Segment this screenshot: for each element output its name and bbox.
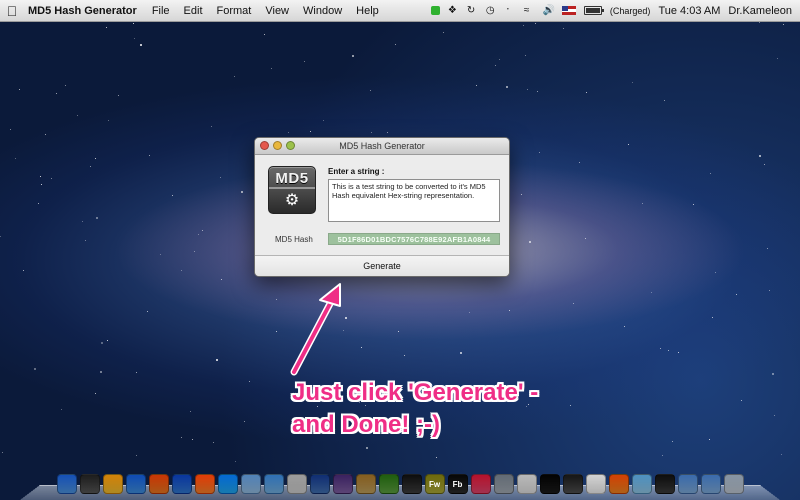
trash-icon[interactable]	[723, 474, 744, 494]
menu-bar:  MD5 Hash Generator File Edit Format Vi…	[0, 0, 800, 22]
dropbox-icon[interactable]: ❖	[448, 5, 459, 16]
time-machine-icon[interactable]: ◷	[486, 5, 497, 16]
terminal-icon[interactable]	[539, 474, 560, 494]
status-green-icon[interactable]	[430, 6, 440, 15]
menu-format[interactable]: Format	[210, 5, 259, 17]
annotation-line-2: and Done! ;-)	[292, 411, 440, 438]
dock: Fw Fb	[24, 468, 776, 494]
logo-band	[269, 187, 315, 189]
volume-icon[interactable]: 🔊	[543, 5, 555, 16]
battery-status: (Charged)	[609, 5, 651, 16]
photoshop-icon[interactable]	[401, 474, 422, 494]
downloads-folder-icon[interactable]	[700, 474, 721, 494]
wifi-icon[interactable]: ≈	[524, 5, 535, 16]
battery-icon[interactable]	[583, 6, 604, 15]
finder-icon[interactable]	[56, 474, 77, 494]
console-icon[interactable]	[562, 474, 583, 494]
itunes-icon[interactable]	[470, 474, 491, 494]
safari-icon[interactable]	[125, 474, 146, 494]
document-icon[interactable]	[585, 474, 606, 494]
activity-monitor-icon[interactable]	[516, 474, 537, 494]
generate-button[interactable]: Generate	[255, 256, 509, 276]
input-label: Enter a string :	[328, 167, 385, 176]
sync-icon[interactable]: ↻	[467, 5, 478, 16]
status-area: ❖ ↻ ◷ ᛫ ≈ 🔊 (Charged) Tue 4:03 AM Dr.Kam…	[430, 5, 800, 17]
textedit-icon[interactable]	[286, 474, 307, 494]
md5-logo-text: MD5	[275, 170, 309, 187]
flash-builder-icon[interactable]: Fb	[447, 474, 468, 494]
hash-label: MD5 Hash	[275, 235, 313, 244]
menu-window[interactable]: Window	[296, 5, 349, 17]
skype-icon[interactable]	[217, 474, 238, 494]
fireworks-label: Fw	[428, 479, 441, 489]
launchpad-icon[interactable]	[79, 474, 100, 494]
minimize-button[interactable]	[273, 141, 282, 150]
md5-app-icon[interactable]	[654, 474, 675, 494]
menu-edit[interactable]: Edit	[177, 5, 210, 17]
xampp-icon[interactable]	[194, 474, 215, 494]
menubar-user[interactable]: Dr.Kameleon	[728, 5, 792, 17]
window-controls	[260, 141, 295, 150]
us-flag-icon[interactable]	[561, 6, 576, 15]
preview-icon[interactable]	[332, 474, 353, 494]
menu-help[interactable]: Help	[349, 5, 386, 17]
menu-view[interactable]: View	[258, 5, 296, 17]
xcode-icon[interactable]	[309, 474, 330, 494]
close-button[interactable]	[260, 141, 269, 150]
window-titlebar[interactable]: MD5 Hash Generator	[255, 138, 509, 155]
annotation-text: Just click 'Generate' - and Done! ;-)	[292, 377, 602, 441]
hash-output: 5D1F86D01BDC7576C788E92AFB1A0844	[328, 233, 500, 245]
sketch-icon[interactable]	[355, 474, 376, 494]
app-name-menu[interactable]: MD5 Hash Generator	[24, 5, 145, 17]
chrome-icon[interactable]	[102, 474, 123, 494]
bluetooth-icon[interactable]: ᛫	[505, 5, 516, 16]
coda-icon[interactable]	[378, 474, 399, 494]
cube-icon[interactable]	[263, 474, 284, 494]
app-store-icon[interactable]	[171, 474, 192, 494]
apple-icon[interactable]: 	[0, 3, 24, 19]
window-title: MD5 Hash Generator	[339, 141, 425, 151]
flash-builder-label: Fb	[452, 479, 463, 489]
menu-file[interactable]: File	[145, 5, 177, 17]
cube2-icon[interactable]	[631, 474, 652, 494]
md5-logo: MD5 ⚙	[268, 166, 316, 214]
vlc-icon[interactable]	[608, 474, 629, 494]
firefox-icon[interactable]	[148, 474, 169, 494]
fireworks-icon[interactable]: Fw	[424, 474, 445, 494]
md5-window: MD5 Hash Generator MD5 ⚙ Enter a string …	[254, 137, 510, 277]
folder-icon[interactable]	[677, 474, 698, 494]
menubar-clock[interactable]: Tue 4:03 AM	[658, 5, 720, 17]
annotation-line-1: Just click 'Generate' -	[292, 379, 539, 406]
photo-icon[interactable]	[493, 474, 514, 494]
string-input[interactable]: This is a test string to be converted to…	[328, 179, 500, 222]
gear-icon: ⚙	[284, 192, 300, 209]
mail-icon[interactable]	[240, 474, 261, 494]
zoom-button[interactable]	[286, 141, 295, 150]
